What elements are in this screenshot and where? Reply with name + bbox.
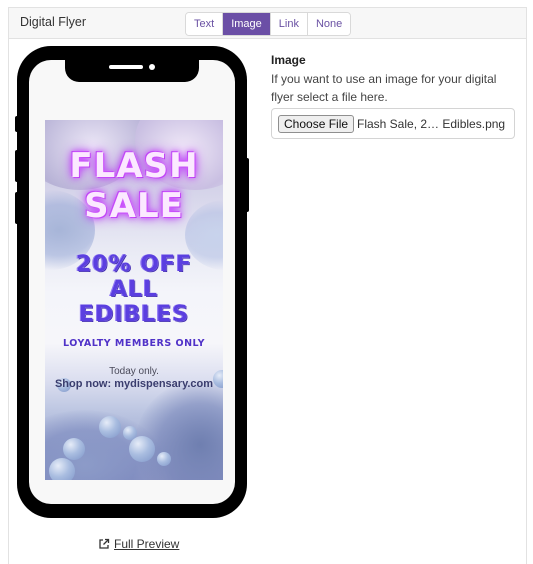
flyer-note: Today only.	[109, 366, 159, 377]
flyer-cta: Shop now: mydispensary.com	[54, 378, 214, 390]
phone-frame: FLASH SALE 20% OFF ALL EDIBLES LOYALTY M…	[17, 46, 247, 518]
image-field-label: Image	[271, 53, 306, 67]
image-field-help: If you want to use an image for your dig…	[271, 72, 497, 104]
decorative-sphere	[99, 416, 121, 438]
phone-screen: FLASH SALE 20% OFF ALL EDIBLES LOYALTY M…	[29, 60, 235, 504]
phone-preview: FLASH SALE 20% OFF ALL EDIBLES LOYALTY M…	[15, 46, 249, 518]
panel-title: Digital Flyer	[20, 15, 86, 29]
selected-file-name: Flash Sale, 2… Edibles.png	[357, 117, 506, 131]
decorative-sphere	[63, 438, 85, 460]
decorative-swirl	[135, 380, 223, 480]
full-preview-label: Full Preview	[114, 537, 180, 551]
flyer-offer: 20% OFF ALL EDIBLES	[45, 252, 223, 327]
image-file-input[interactable]: Choose File Flash Sale, 2… Edibles.png	[271, 108, 515, 139]
phone-notch	[65, 60, 199, 82]
decorative-sphere	[49, 458, 75, 480]
flyer-type-toggle: Text Image Link None	[185, 12, 352, 36]
flyer-tagline: LOYALTY MEMBERS ONLY	[63, 338, 205, 349]
tab-image[interactable]: Image	[223, 13, 271, 35]
external-link-icon	[99, 538, 110, 549]
decorative-sphere	[129, 436, 155, 462]
tab-link[interactable]: Link	[270, 13, 308, 35]
flyer-image: FLASH SALE 20% OFF ALL EDIBLES LOYALTY M…	[45, 120, 223, 480]
panel-header: Digital Flyer Text Image Link None	[9, 8, 526, 39]
tab-none[interactable]: None	[307, 13, 351, 35]
flyer-line-flash: FLASH	[69, 146, 199, 186]
phone-speaker	[109, 65, 143, 69]
tab-text[interactable]: Text	[186, 13, 224, 35]
flyer-line-edibles: EDIBLES	[78, 302, 190, 327]
decorative-sphere	[157, 452, 171, 466]
flyer-headline: FLASH SALE	[45, 146, 223, 226]
phone-camera	[149, 64, 155, 70]
flyer-line-all: ALL	[109, 277, 159, 302]
choose-file-button[interactable]: Choose File	[278, 115, 355, 133]
full-preview-link[interactable]: Full Preview	[98, 537, 179, 551]
flyer-line-discount: 20% OFF	[75, 252, 193, 277]
flyer-line-sale: SALE	[84, 186, 184, 226]
